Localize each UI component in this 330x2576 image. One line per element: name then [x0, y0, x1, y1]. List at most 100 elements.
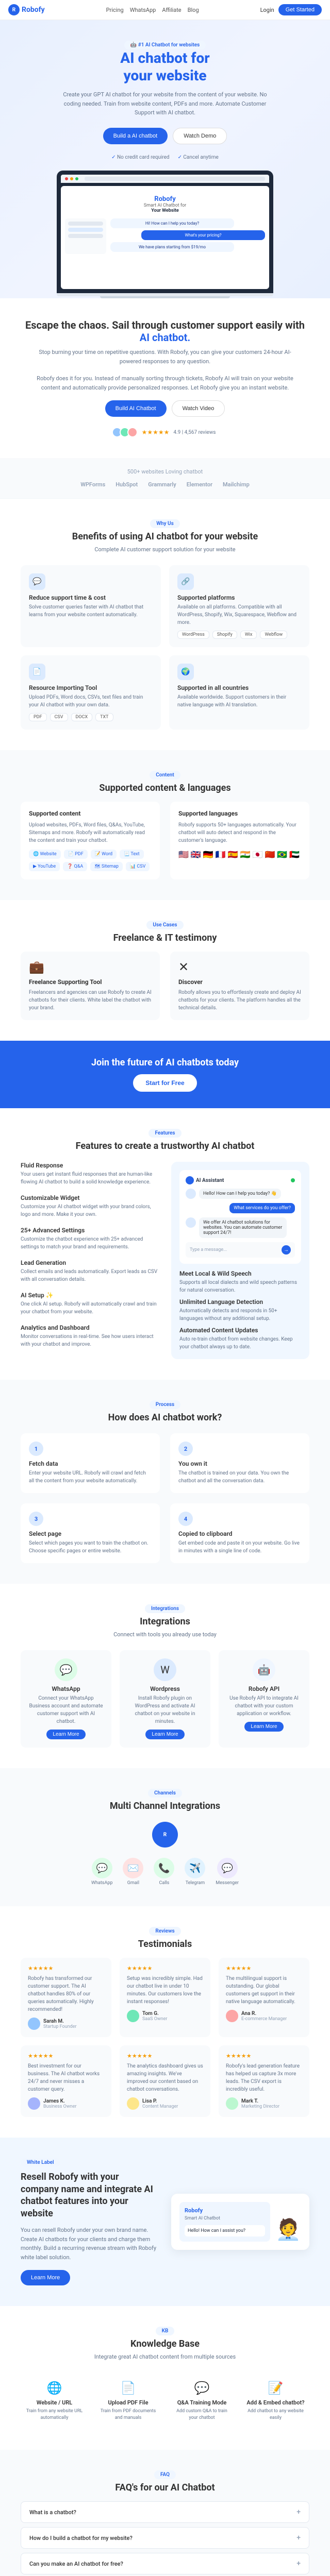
freelance-icon-1: ✕: [178, 960, 301, 974]
step-desc-0: Enter your website URL. Robofy will craw…: [29, 1469, 152, 1485]
escape-body-2: Robofy does it for you. Instead of manua…: [36, 374, 294, 392]
faq-toggle-1[interactable]: +: [296, 2534, 301, 2542]
nav-links: Pricing WhatsApp Affiliate Blog: [106, 7, 199, 13]
channel-messenger: 💬 Messenger: [216, 1858, 239, 1886]
logo-webflow: Webflow: [260, 631, 287, 639]
preview-header: AI Assistant: [186, 1176, 295, 1184]
multichannel-tag-wrapper: Channels: [21, 1789, 309, 1798]
channel-gmail: ✉️ Gmail: [123, 1858, 143, 1886]
benefit-logos-1: WordPress Shopify Wix Webflow: [177, 631, 301, 639]
testimonial-text-3: Best investment for our business. The AI…: [28, 2062, 104, 2093]
benefit-desc-0: Solve customer queries faster with AI ch…: [29, 603, 153, 619]
nav-pricing[interactable]: Pricing: [106, 7, 124, 13]
whatsapp-title: WhatsApp: [29, 1685, 103, 1692]
preview-msg-2: What services do you offer?: [186, 1203, 295, 1213]
hero-primary-button[interactable]: Build a AI chatbot: [103, 128, 168, 144]
benefit-desc-3: Available worldwide. Support customers i…: [177, 693, 301, 709]
rebrand-chat-preview: Robofy Smart AI Chatbot Hello! How can I…: [179, 2202, 270, 2242]
supported-section: Content Supported content & languages Su…: [0, 750, 330, 900]
knowledge-card-3: 📝 Add & Embed chatbot? Add chatbot to an…: [242, 2372, 309, 2429]
login-button[interactable]: Login: [260, 7, 274, 13]
feature-title-5: Analytics and Dashboard: [21, 1324, 159, 1331]
step-num-2: 3: [29, 1512, 43, 1526]
nav-whatsapp[interactable]: WhatsApp: [130, 7, 156, 13]
cta-start-button[interactable]: Start for Free: [133, 1074, 196, 1092]
get-started-button[interactable]: Get Started: [278, 4, 322, 15]
features-tag-wrapper: Features: [21, 1129, 309, 1138]
url-bar: [85, 177, 265, 181]
rebrand-chat-title: Robofy: [185, 2207, 265, 2214]
integration-api: 🤖 Robofy API Use Robofy API to integrate…: [219, 1650, 309, 1748]
testimonials-title: Testimonials: [21, 1939, 309, 1950]
channel-gmail-label: Gmail: [127, 1880, 139, 1886]
channel-whatsapp: 💬 WhatsApp: [91, 1858, 112, 1886]
knowledge-card-title-3: Add & Embed chatbot?: [246, 2399, 305, 2406]
whatsapp-learn-button[interactable]: Learn More: [46, 1730, 85, 1739]
faq-question-2[interactable]: Can you make an AI chatbot for free? +: [29, 2560, 301, 2568]
rebrand-chat-msg: Hello! How can I assist you?: [185, 2225, 265, 2236]
stars-5: ★★★★★: [226, 2053, 302, 2059]
rebrand-figure: Robofy Smart AI Chatbot Hello! How can I…: [179, 2202, 301, 2242]
multichannel-section: Channels Multi Channel Integrations R 💬 …: [0, 1768, 330, 1906]
freelance-tag: Use Cases: [146, 921, 183, 929]
preview-logo: [186, 1176, 194, 1184]
feature-8: Automated Content Updates Auto re-train …: [179, 1327, 301, 1351]
channel-icons: 💬 WhatsApp ✉️ Gmail 📞 Calls ✈️ Telegram …: [21, 1858, 309, 1886]
supported-lang-title: Supported languages: [178, 810, 301, 817]
feature-7: Unlimited Language Detection Automatical…: [179, 1298, 301, 1323]
preview-msg-3: We offer AI chatbot solutions for websit…: [186, 1217, 295, 1238]
integrations-subtitle: Connect with tools you already use today: [21, 1631, 309, 1638]
features-title: Features to create a trustworthy AI chat…: [21, 1141, 309, 1151]
freelance-title-1: Discover: [178, 978, 301, 986]
escape-secondary-button[interactable]: Watch Video: [172, 400, 225, 417]
rebrand-chat-box: Robofy Smart AI Chatbot Hello! How can I…: [179, 2202, 270, 2242]
feature-desc-3: Collect emails and leads automatically. …: [21, 1268, 159, 1283]
send-button[interactable]: →: [282, 1245, 291, 1255]
sidebar-item: [68, 222, 103, 226]
format-docx: DOCX: [71, 713, 93, 721]
benefit-icon-2: 📄: [29, 664, 45, 680]
testimonial-text-0: Robofy has transformed our customer supp…: [28, 1975, 104, 2013]
benefits-tag: Why Us: [150, 519, 180, 528]
how-title: How does AI chatbot work?: [21, 1412, 309, 1423]
knowledge-card-desc-3: Add chatbot to any website easily: [246, 2408, 305, 2421]
benefit-icon-1: 🔗: [177, 573, 194, 590]
freelance-desc-0: Freelancers and agencies can use Robofy …: [29, 989, 152, 1012]
nav-blog[interactable]: Blog: [188, 7, 199, 13]
rebrand-tag-wrapper: White Label: [21, 2158, 159, 2167]
escape-primary-button[interactable]: Build AI Chatbot: [105, 400, 167, 417]
channel-gmail-icon: ✉️: [123, 1858, 143, 1878]
wordpress-icon: W: [154, 1658, 176, 1681]
rebrand-section: White Label Resell Robofy with your comp…: [0, 2138, 330, 2306]
stars-3: ★★★★★: [28, 2053, 104, 2059]
stars-2: ★★★★★: [226, 1965, 302, 1972]
faq-question-1[interactable]: How do I build a chatbot for my website?…: [29, 2534, 301, 2542]
fmt-word: 📝 Word: [91, 850, 117, 859]
wordpress-learn-button[interactable]: Learn More: [145, 1730, 184, 1739]
faq-toggle-0[interactable]: +: [296, 2508, 301, 2516]
testimonial-name-4: Lisa P.: [142, 2098, 178, 2104]
testimonial-text-5: Robofy's lead generation feature has hel…: [226, 2062, 302, 2093]
faq-question-0[interactable]: What is a chatbot? +: [29, 2508, 301, 2516]
rebrand-learn-button[interactable]: Learn More: [21, 2270, 70, 2285]
testimonial-5: ★★★★★ Robofy's lead generation feature h…: [219, 2045, 309, 2117]
channel-telegram-label: Telegram: [186, 1880, 205, 1886]
fmt-pdf: 📄 PDF: [64, 850, 88, 859]
benefits-tag-wrapper: Why Us: [21, 519, 309, 528]
feature-title-0: Fluid Response: [21, 1162, 159, 1169]
laptop-frame: Robofy Smart AI Chatbot for Your Website…: [57, 171, 273, 293]
faq-list: What is a chatbot? + How do I build a ch…: [21, 2501, 309, 2576]
freelance-desc-1: Robofy allows you to effortlessly create…: [178, 989, 301, 1012]
api-icon: 🤖: [253, 1658, 275, 1681]
rebrand-content: White Label Resell Robofy with your comp…: [21, 2158, 159, 2285]
avatars: [114, 427, 138, 437]
nav-affiliate[interactable]: Affiliate: [162, 7, 181, 13]
api-title: Robofy API: [227, 1685, 301, 1692]
hero-secondary-button[interactable]: Watch Demo: [173, 128, 227, 144]
features-tag: Features: [148, 1129, 181, 1138]
fmt-sitemap: 🗺 Sitemap: [90, 862, 123, 871]
testimonial-text-2: The multilingual support is outstanding.…: [226, 1975, 302, 2006]
preview-input: Type a message... →: [186, 1242, 295, 1258]
api-learn-button[interactable]: Learn More: [244, 1722, 283, 1732]
faq-toggle-2[interactable]: +: [296, 2560, 301, 2568]
